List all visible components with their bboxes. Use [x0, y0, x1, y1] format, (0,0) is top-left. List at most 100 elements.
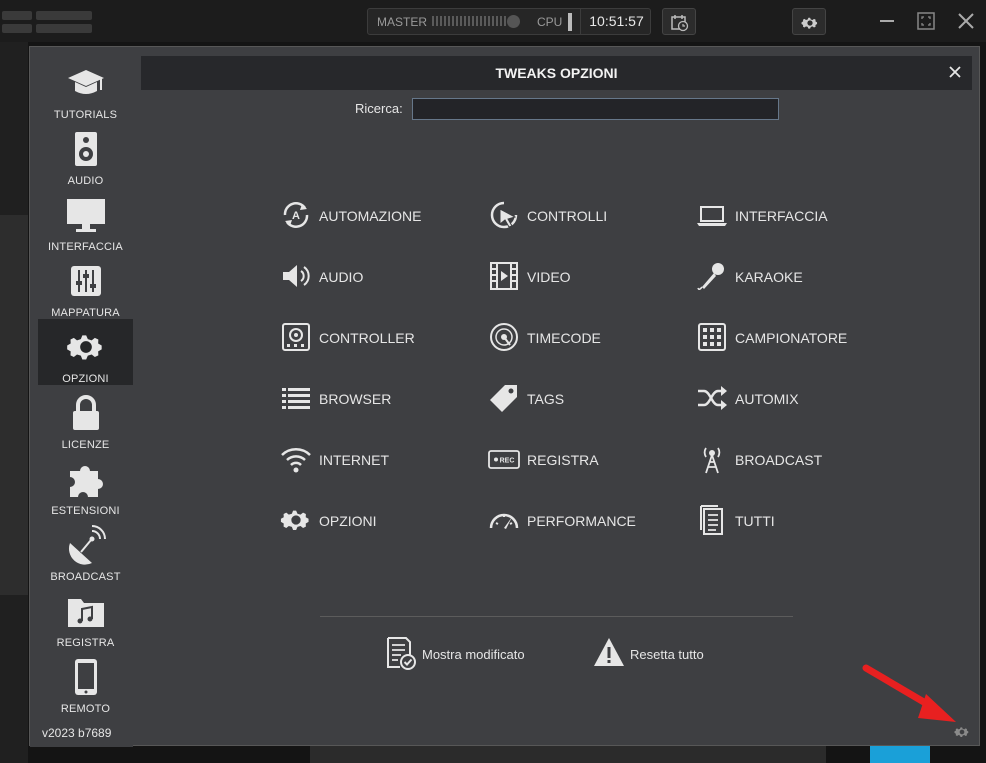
clock: 10:51:57	[580, 9, 652, 34]
sidebar-item-estensioni[interactable]: ESTENSIONI	[38, 451, 133, 517]
monitor-icon	[67, 199, 105, 232]
sidebar-item-opzioni[interactable]: OPZIONI	[38, 319, 133, 385]
close-icon[interactable]	[946, 63, 964, 81]
background-strip	[310, 746, 826, 763]
panel-header: TWEAKS OPZIONI	[141, 56, 972, 90]
sliders-icon	[71, 266, 101, 296]
annotation-arrow-icon	[862, 664, 956, 722]
settings-button[interactable]	[792, 8, 826, 35]
footer-divider	[320, 616, 793, 617]
wifi-icon	[281, 448, 311, 473]
sidebar-item-licenze[interactable]: LICENZE	[38, 385, 133, 451]
master-knob[interactable]	[507, 15, 520, 28]
show-modified-label: Mostra modificato	[422, 647, 525, 662]
sidebar-item-audio[interactable]: AUDIO	[38, 121, 133, 187]
sidebar-item-broadcast[interactable]: BROADCAST	[38, 517, 133, 583]
master-meter	[432, 16, 506, 26]
category-label: VIDEO	[527, 269, 571, 285]
sidebar-item-registra[interactable]: REGISTRA	[38, 583, 133, 649]
sidebar-item-label: BROADCAST	[50, 571, 121, 583]
settings-sidebar: TUTORIALS AUDIO INTERFACCIA MAPPATURA OP…	[30, 47, 133, 747]
lock-icon	[73, 395, 99, 430]
puzzle-icon	[70, 466, 103, 497]
document-icon	[700, 505, 723, 535]
maximize-icon[interactable]	[915, 10, 937, 32]
category-label: TAGS	[527, 391, 565, 407]
category-label: PERFORMANCE	[527, 513, 636, 529]
sidebar-item-interfaccia[interactable]: INTERFACCIA	[38, 187, 133, 253]
category-label: CONTROLLI	[527, 208, 608, 224]
panel-title: TWEAKS OPZIONI	[495, 65, 618, 81]
document-check-icon	[387, 637, 416, 670]
satellite-dish-icon	[68, 525, 106, 565]
gear-icon	[67, 335, 102, 360]
search-input[interactable]	[412, 98, 779, 120]
list-icon	[282, 388, 310, 409]
volume-icon	[283, 265, 310, 287]
svg-text:A: A	[292, 210, 300, 222]
category-label: CAMPIONATORE	[735, 330, 848, 346]
master-cpu-display: MASTER CPU 10:51:57	[367, 8, 651, 35]
rec-icon: REC	[488, 450, 520, 469]
laptop-icon	[697, 206, 727, 226]
master-label: MASTER	[377, 15, 428, 29]
shuffle-icon	[698, 386, 727, 410]
close-icon[interactable]	[955, 10, 977, 32]
category-label: KARAOKE	[735, 269, 803, 285]
sidebar-item-label: ESTENSIONI	[51, 505, 120, 517]
sidebar-item-remoto[interactable]: REMOTO	[38, 649, 133, 715]
category-label: BROADCAST	[735, 452, 823, 468]
background-blue-button	[870, 746, 930, 763]
sidebar-item-label: MAPPATURA	[51, 307, 120, 319]
sidebar-item-label: REMOTO	[60, 703, 111, 715]
category-label: AUTOMIX	[735, 391, 799, 407]
sidebar-item-label: TUTORIALS	[53, 109, 118, 121]
version-label: v2023 b7689	[42, 726, 112, 740]
host-topbar: MASTER CPU 10:51:57	[0, 0, 986, 42]
svg-text:REC: REC	[500, 458, 515, 465]
phone-icon	[75, 659, 97, 695]
cpu-label: CPU	[537, 15, 563, 29]
tag-icon	[490, 385, 517, 412]
film-icon	[490, 262, 518, 290]
category-label: CONTROLLER	[319, 330, 415, 346]
category-label: OPZIONI	[319, 513, 377, 529]
cpu-meter	[568, 13, 572, 31]
sidebar-item-label: OPZIONI	[62, 373, 109, 385]
calendar-clock-button[interactable]	[662, 8, 696, 35]
sidebar-item-label: INTERFACCIA	[48, 241, 123, 253]
music-folder-icon	[68, 599, 104, 627]
background-deck-panel	[0, 215, 28, 595]
category-label: AUTOMAZIONE	[319, 208, 422, 224]
category-label: BROWSER	[319, 391, 392, 407]
category-label: INTERNET	[319, 452, 389, 468]
dj-controller-icon	[282, 323, 310, 351]
sidebar-item-label: REGISTRA	[56, 637, 115, 649]
sidebar-item-label: LICENZE	[61, 439, 110, 451]
gear-icon	[801, 17, 818, 29]
reset-all-label: Resetta tutto	[630, 647, 704, 662]
options-dialog: TUTORIALS AUDIO INTERFACCIA MAPPATURA OP…	[29, 46, 980, 747]
gear-icon	[280, 510, 309, 530]
category-label: AUDIO	[319, 269, 364, 285]
category-label: REGISTRA	[527, 452, 599, 468]
category-label: TIMECODE	[527, 330, 601, 346]
antenna-icon	[703, 447, 721, 474]
microphone-icon	[697, 263, 724, 291]
grid-pads-icon	[698, 323, 726, 351]
calendar-clock-icon	[671, 15, 689, 32]
automation-icon: A	[283, 202, 309, 228]
sidebar-item-tutorials[interactable]: TUTORIALS	[38, 55, 133, 121]
speaker-icon	[75, 132, 97, 166]
gauge-icon	[489, 513, 519, 529]
graduation-cap-icon	[68, 70, 104, 94]
vinyl-icon	[490, 323, 518, 351]
sidebar-item-mappatura[interactable]: MAPPATURA	[38, 253, 133, 319]
search-label: Ricerca:	[355, 101, 403, 116]
warning-icon	[594, 638, 624, 666]
category-label: TUTTI	[735, 513, 775, 529]
cursor-click-icon	[490, 201, 518, 229]
minimize-icon[interactable]	[876, 10, 898, 32]
category-label: INTERFACCIA	[735, 208, 828, 224]
sidebar-item-label: AUDIO	[67, 175, 104, 187]
